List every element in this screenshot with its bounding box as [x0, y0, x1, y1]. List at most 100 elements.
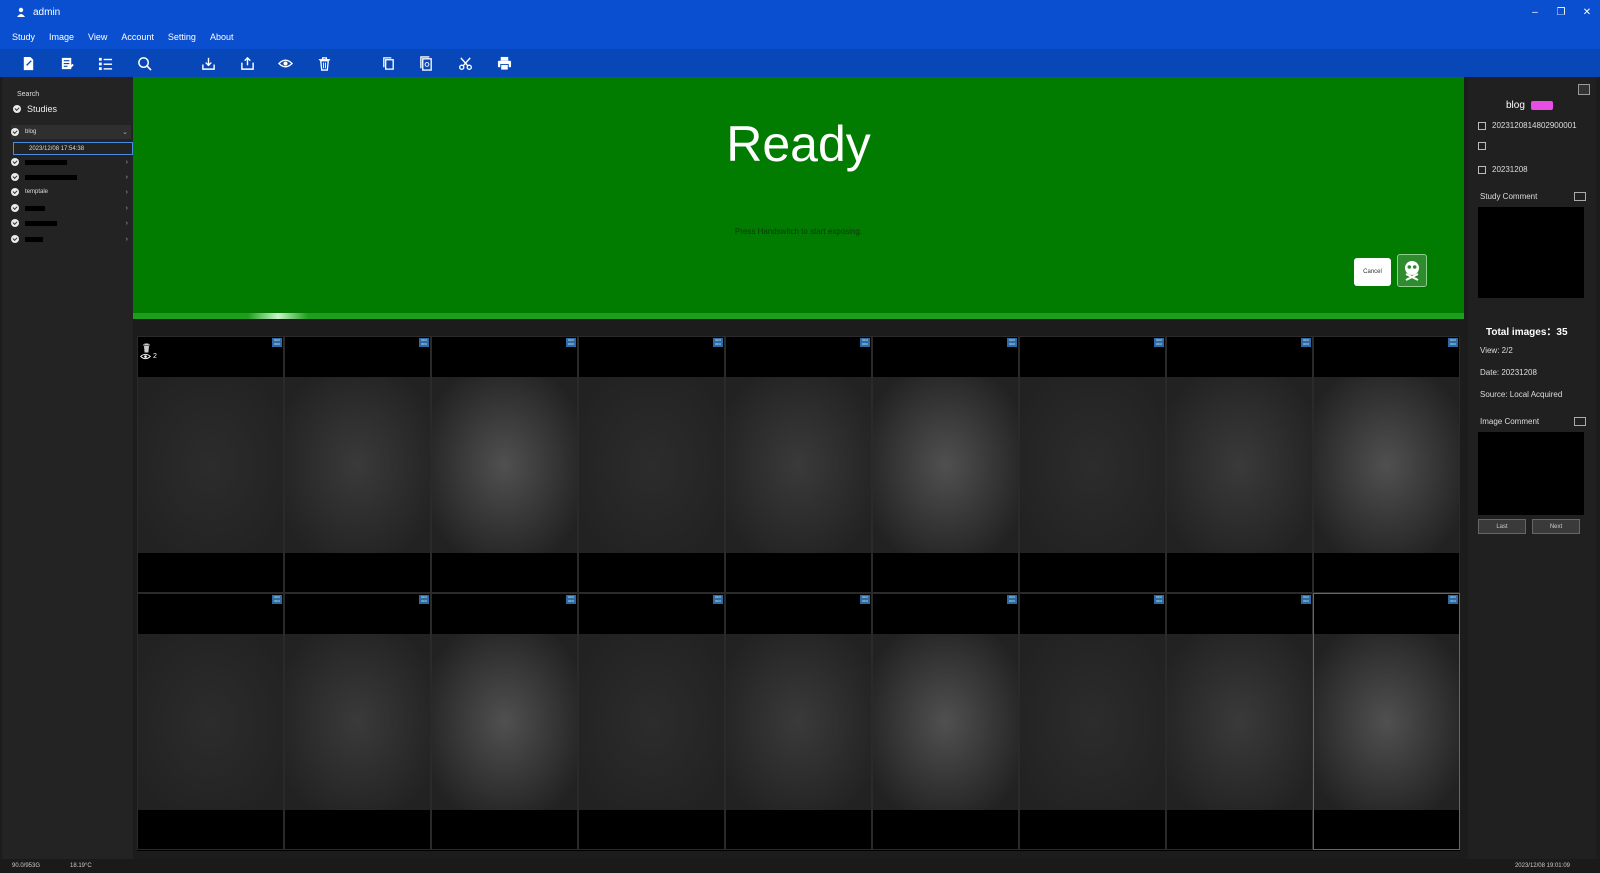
image-thumbnail[interactable]: 00:0 00:0	[872, 593, 1019, 850]
trash-icon	[318, 56, 330, 71]
trash-icon[interactable]	[142, 340, 151, 353]
image-thumbnail[interactable]: 00:0 00:0	[578, 336, 725, 593]
study-id-row: 2023120814802900001	[1478, 121, 1577, 130]
study-item[interactable]: ›	[11, 155, 131, 169]
new-study-button[interactable]	[20, 55, 36, 71]
image-thumbnail[interactable]: 00:0 00:0 2	[137, 336, 284, 593]
image-tag: 00:0 00:0	[1301, 338, 1311, 347]
studies-header[interactable]: Studies	[13, 104, 57, 114]
check-icon	[13, 105, 21, 113]
study-item-temptale[interactable]: temptale ›	[11, 185, 131, 199]
xray-image	[726, 377, 871, 553]
image-thumbnail[interactable]: 00:0 00:0	[578, 593, 725, 850]
chevron-right-icon[interactable]: ›	[126, 159, 128, 166]
import-icon	[201, 57, 215, 70]
xray-image	[138, 377, 283, 553]
chevron-right-icon[interactable]: ›	[126, 189, 128, 196]
chevron-right-icon[interactable]: ›	[126, 220, 128, 227]
maximize-button[interactable]: ❐	[1548, 0, 1574, 24]
image-grid: 00:0 00:0 2 00:0 00:0 00:0 00:0 00:0 00:0 00:…	[137, 336, 1460, 851]
list-icon	[98, 57, 112, 70]
image-thumbnail[interactable]: 00:0 00:0	[725, 336, 872, 593]
next-button[interactable]: Next	[1532, 519, 1580, 534]
tools-button[interactable]	[457, 55, 473, 71]
image-thumbnail[interactable]: 00:0 00:0	[1019, 593, 1166, 850]
eye-icon	[140, 353, 151, 360]
study-item[interactable]: ›	[11, 170, 131, 184]
device-row	[1478, 142, 1492, 150]
delete-button[interactable]	[316, 55, 332, 71]
menu-study[interactable]: Study	[5, 32, 42, 42]
app-window: admin – ❐ ✕ Study Image View Account Set…	[0, 0, 1600, 873]
close-button[interactable]: ✕	[1574, 0, 1600, 24]
xray-image	[1167, 377, 1312, 553]
edit-study-comment-icon[interactable]	[1574, 192, 1586, 201]
radiation-button[interactable]	[1397, 254, 1427, 287]
print-button[interactable]	[496, 55, 512, 71]
radiation-icon	[1405, 260, 1419, 281]
check-icon	[11, 204, 19, 212]
menu-setting[interactable]: Setting	[161, 32, 203, 42]
edit-image-comment-icon[interactable]	[1574, 417, 1586, 426]
user-name: admin	[33, 6, 61, 18]
image-tag: 00:0 00:0	[1448, 595, 1458, 604]
image-thumbnail[interactable]: 00:0 00:0	[284, 593, 431, 850]
studies-label: Studies	[27, 104, 58, 114]
status-message: Press Handswitch to start exposing.	[734, 227, 863, 236]
report-icon	[419, 55, 432, 71]
study-date-entry[interactable]: 2023/12/08 17:54:38	[13, 142, 133, 155]
worklist-button[interactable]	[97, 55, 113, 71]
image-comment-box[interactable]	[1478, 432, 1584, 515]
chevron-right-icon[interactable]: ›	[126, 205, 128, 212]
minimize-button[interactable]: –	[1522, 0, 1548, 24]
check-icon	[11, 188, 19, 196]
view-count: View: 2/2	[1480, 346, 1513, 355]
menu-image[interactable]: Image	[42, 32, 81, 42]
image-thumbnail[interactable]: 00:0 00:0	[284, 336, 431, 593]
current-user[interactable]: admin	[16, 7, 60, 18]
image-thumbnail[interactable]: 00:0 00:0	[431, 336, 578, 593]
image-thumbnail[interactable]: 00:0 00:0	[872, 336, 1019, 593]
edit-study-button[interactable]	[59, 55, 75, 71]
menu-account[interactable]: Account	[114, 32, 161, 42]
check-icon	[11, 219, 19, 227]
copy-button[interactable]	[380, 55, 396, 71]
disk-usage: 90.0/953G	[12, 863, 41, 869]
image-thumbnail[interactable]: 00:0 00:0	[137, 593, 284, 850]
search-label[interactable]: Search	[17, 91, 39, 98]
chevron-down-icon[interactable]: ⌄	[122, 128, 128, 136]
last-button[interactable]: Last	[1478, 519, 1526, 534]
image-thumbnail[interactable]: 00:0 00:0	[1166, 593, 1313, 850]
image-tag: 00:0 00:0	[272, 595, 282, 604]
import-button[interactable]	[200, 55, 216, 71]
cancel-button[interactable]: Cancel	[1354, 258, 1391, 286]
study-sidebar: Search Studies blog ⌄ 2023/12/08 17:54:3…	[2, 77, 133, 859]
study-item[interactable]: ›	[11, 201, 131, 215]
image-thumbnail[interactable]: 00:0 00:0	[1313, 336, 1460, 593]
study-item[interactable]: ›	[11, 216, 131, 230]
image-thumbnail[interactable]: 00:0 00:0	[1166, 336, 1313, 593]
export-button[interactable]	[239, 55, 255, 71]
report-button[interactable]	[418, 55, 434, 71]
study-comment-box[interactable]	[1478, 207, 1584, 298]
study-item[interactable]: ›	[11, 232, 131, 246]
view-button[interactable]	[277, 55, 293, 71]
menu-about[interactable]: About	[203, 32, 241, 42]
menu-view[interactable]: View	[81, 32, 114, 42]
chevron-right-icon[interactable]: ›	[126, 174, 128, 181]
image-thumbnail[interactable]: 00:0 00:0	[431, 593, 578, 850]
view-count-badge: 2	[140, 353, 157, 360]
export-icon	[240, 56, 254, 70]
study-item-blog[interactable]: blog ⌄	[11, 125, 131, 139]
image-thumbnail[interactable]: 00:0 00:0	[1019, 336, 1166, 593]
check-icon	[11, 235, 19, 243]
device-icon	[1478, 142, 1486, 150]
chevron-right-icon[interactable]: ›	[126, 236, 128, 243]
image-thumbnail[interactable]: 00:0 00:0	[1313, 593, 1460, 850]
search-button[interactable]	[136, 55, 152, 71]
new-document-icon	[23, 56, 33, 70]
image-thumbnail[interactable]: 00:0 00:0	[725, 593, 872, 850]
study-date-row: 20231208	[1478, 165, 1528, 174]
panel-toggle-icon[interactable]	[1578, 84, 1590, 95]
view-count: 2	[153, 353, 157, 360]
